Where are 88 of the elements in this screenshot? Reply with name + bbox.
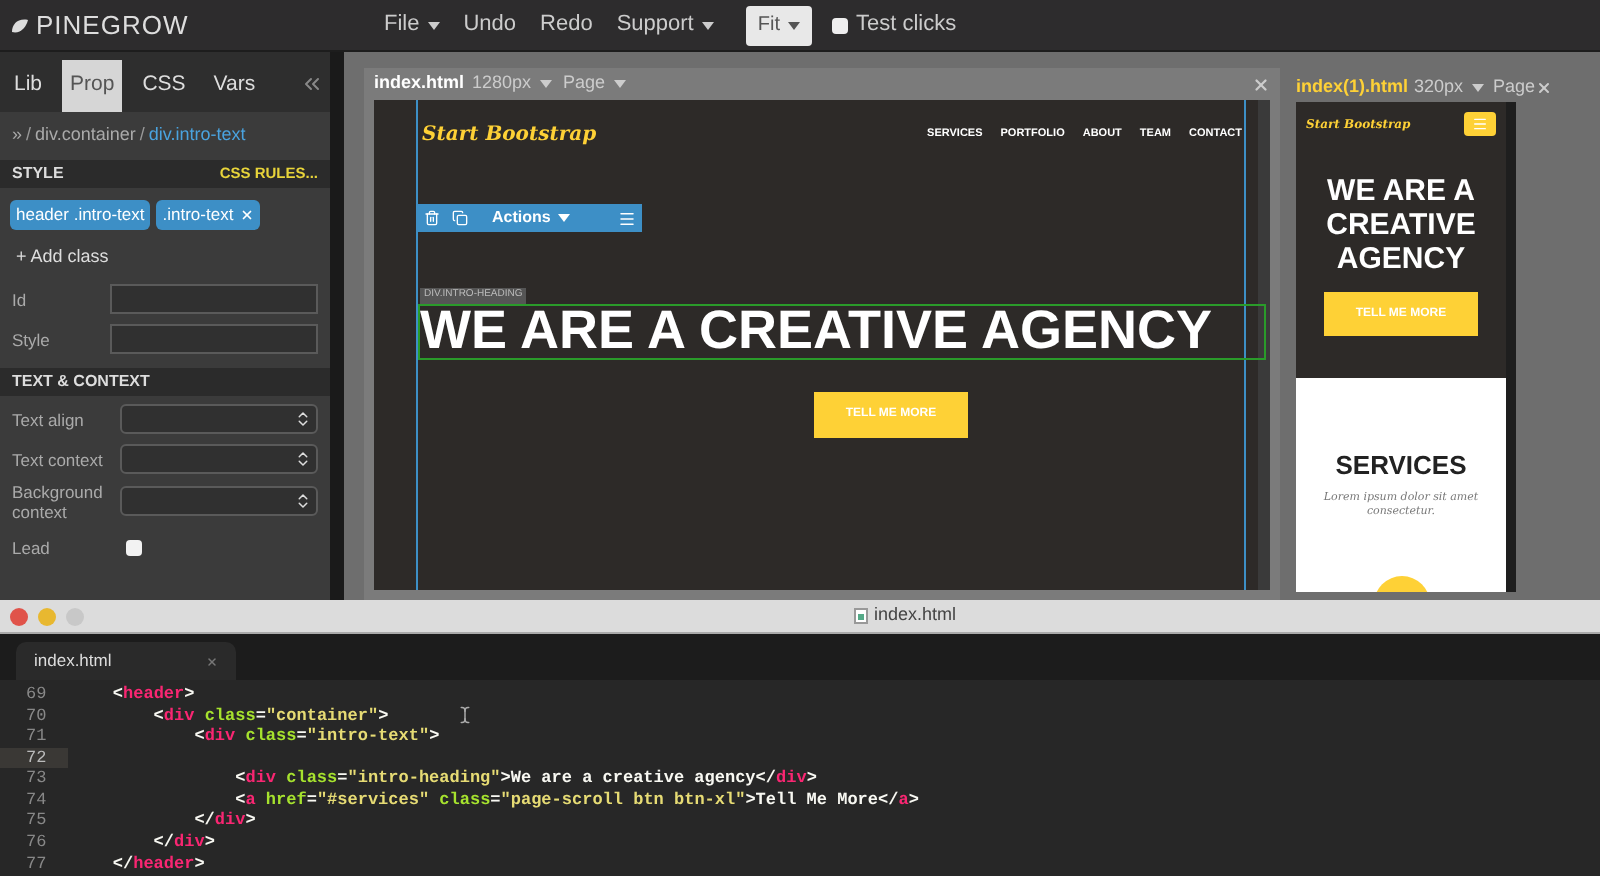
menu-item[interactable]: Support — [604, 8, 726, 42]
panel-tab[interactable]: Lib — [6, 60, 51, 112]
close-icon[interactable] — [1252, 75, 1270, 93]
field-label: Text align — [12, 409, 86, 429]
editor-tab[interactable]: index.html — [16, 642, 236, 680]
checkbox[interactable] — [126, 539, 142, 555]
up-down-arrows-icon — [294, 410, 312, 428]
code-line: </div> — [151, 830, 215, 855]
breadcrumb-separator: / — [26, 122, 32, 149]
up-down-arrows-icon — [294, 450, 312, 468]
zoom-button[interactable]: Fit — [745, 5, 812, 45]
scrollbar[interactable] — [1506, 102, 1516, 592]
field-label: Background context — [12, 481, 105, 521]
line-number: 70 — [24, 705, 49, 727]
frame-title: index.html — [374, 70, 465, 97]
up-down-arrows-icon — [294, 492, 312, 510]
field-label: Lead — [12, 537, 52, 557]
code-line: <header> — [110, 681, 195, 707]
line-number: 71 — [24, 726, 49, 748]
line-number: 75 — [24, 811, 49, 833]
select-field[interactable] — [120, 486, 318, 516]
menu-item[interactable]: File — [372, 8, 452, 42]
trash-icon[interactable] — [424, 210, 440, 226]
collapse-icon[interactable] — [300, 72, 324, 96]
remove-icon[interactable] — [239, 208, 254, 222]
menu-item[interactable]: Undo — [451, 8, 529, 42]
frame-title: index(1).html — [1296, 73, 1409, 100]
caret-icon — [701, 21, 714, 29]
code-line: </header> — [110, 851, 205, 876]
menu-item[interactable]: Redo — [528, 8, 605, 42]
test-clicks-label: Test clicks — [855, 10, 957, 41]
code-line: <a href="#services" class="page-scroll btn btn-xl">Tell Me More</a> — [233, 787, 919, 811]
add-class-button[interactable]: + Add class — [16, 244, 109, 271]
copy-icon[interactable] — [452, 210, 468, 226]
line-number: 72 — [0, 747, 68, 769]
line-number: 73 — [24, 768, 49, 790]
class-tag[interactable]: .intro-text — [156, 200, 260, 230]
app-logo: PINEGROW — [36, 7, 189, 44]
class-tag[interactable]: header .intro-text — [10, 200, 151, 230]
menu-icon[interactable] — [618, 209, 636, 227]
field-label: Text context — [12, 449, 105, 469]
select-field[interactable] — [120, 444, 318, 474]
select-field[interactable] — [120, 404, 318, 434]
text-cursor-icon — [456, 706, 474, 724]
code-line: <div class="intro-heading">We are a creative agency</div> — [233, 766, 817, 791]
checkbox[interactable] — [831, 17, 848, 33]
line-number: 77 — [24, 853, 49, 875]
hero-heading: WE ARE A CREATIVE AGENCY — [1324, 174, 1478, 276]
section-title: STYLE — [12, 162, 64, 186]
hero-heading: WE ARE A CREATIVE AGENCY — [420, 304, 1213, 358]
breadcrumb-item[interactable]: div.container — [35, 122, 136, 150]
close-icon[interactable] — [1535, 79, 1552, 95]
scrollbar[interactable] — [330, 52, 344, 600]
code-line: <div class="intro-text"> — [192, 724, 440, 750]
file-icon — [854, 608, 868, 624]
actions-menu[interactable]: Actions — [492, 206, 571, 230]
field-label: Id — [12, 289, 29, 309]
caret-icon — [787, 21, 800, 29]
caret-icon — [427, 21, 440, 29]
tab-label: index.html — [34, 648, 112, 674]
menu-icon — [1472, 116, 1488, 132]
caret-icon — [539, 80, 552, 88]
panel-tab[interactable]: Vars — [205, 60, 264, 112]
leaf-logo-icon — [10, 17, 28, 33]
panel-tab[interactable]: CSS — [134, 60, 194, 112]
input-field[interactable] — [110, 324, 318, 354]
code-line: <div class="container"> — [151, 703, 389, 727]
caret-icon — [613, 80, 626, 88]
breadcrumb-separator: / — [139, 122, 145, 149]
breadcrumb-item[interactable]: div.intro-text — [148, 122, 246, 150]
scrollbar[interactable] — [1258, 100, 1270, 590]
field-label: Style — [12, 329, 52, 349]
close-window-button[interactable] — [10, 607, 28, 625]
line-number: 74 — [24, 789, 49, 812]
site-brand: Start Bootstrap — [422, 121, 597, 149]
line-number: 69 — [24, 684, 49, 706]
breadcrumb-item[interactable]: » — [12, 122, 23, 150]
window-title: index.html — [874, 602, 957, 629]
section-heading: SERVICES — [1335, 448, 1467, 484]
section-title: TEXT & CONTEXT — [12, 369, 150, 393]
input-field[interactable] — [110, 284, 318, 314]
line-number: 76 — [24, 832, 49, 854]
code-line: </div> — [192, 808, 256, 833]
panel-tab[interactable]: Prop — [62, 60, 123, 112]
close-icon[interactable] — [206, 655, 218, 667]
caret-icon — [558, 214, 571, 222]
caret-icon — [1471, 83, 1484, 91]
nav-toggle-button[interactable] — [1464, 112, 1496, 136]
